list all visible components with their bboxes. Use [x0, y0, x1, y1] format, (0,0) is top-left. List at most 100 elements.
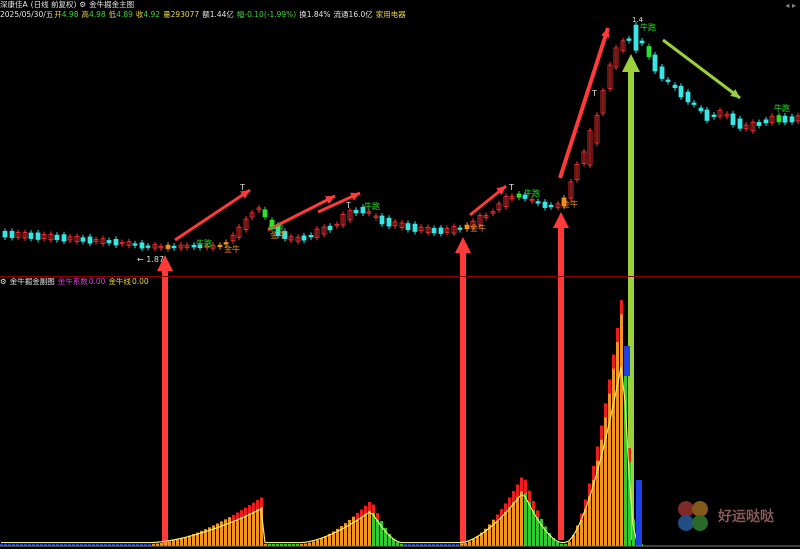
candle-body — [711, 114, 717, 117]
candle-body — [457, 227, 463, 230]
bull-run-label: 牛跑 — [196, 238, 212, 248]
main-chart-header: 深康佳A (日线 前复权) ⚙ 金牛掘金主图 — [0, 0, 137, 10]
candle-body — [262, 209, 268, 218]
candle-body — [2, 231, 8, 238]
candle-body — [80, 237, 86, 242]
histogram-bar-cap — [508, 497, 511, 508]
sub-indicator-name[interactable]: 金牛掘金副图 — [10, 277, 55, 286]
histogram-bar-cap — [244, 507, 247, 516]
amount-value: 1.44亿 — [209, 10, 234, 19]
chevron-left-icon[interactable]: ◂ — [785, 1, 789, 10]
candle-body — [678, 85, 684, 98]
candle-body — [789, 116, 795, 123]
candle-body — [652, 54, 658, 72]
candle-body — [756, 122, 762, 126]
histogram-bar-cap — [592, 465, 595, 480]
histogram-bar-cap — [612, 354, 615, 369]
sector-label[interactable]: 家用电器 — [376, 10, 406, 19]
high-price-label: 1.4 — [632, 16, 644, 24]
turnover-value: 1.84% — [306, 10, 331, 19]
chart-canvas[interactable]: 牛跑金牛牛跑金牛牛跑金牛牛跑金牛牛跑牛跑TTTT← 1.871.4 — [0, 0, 800, 549]
signal-arrow-shaft — [558, 222, 564, 540]
candle-body — [405, 223, 411, 231]
candle-body — [145, 245, 151, 248]
histogram-bar-cap — [252, 502, 255, 512]
candle-body — [672, 84, 678, 89]
signal-arrow-shaft — [460, 247, 466, 545]
histogram-bar-cap — [524, 479, 527, 494]
histogram-bar-cap — [248, 505, 251, 514]
candle-body — [548, 204, 554, 208]
candle-body — [626, 38, 632, 41]
gold-bull-label: 金牛 — [562, 199, 578, 209]
candle-body — [691, 102, 697, 105]
main-indicator-name[interactable]: 金牛掘金主图 — [89, 0, 134, 9]
histogram-bar — [608, 379, 611, 546]
candle-body — [646, 46, 652, 58]
signal-arrow-shaft — [162, 265, 168, 545]
candle-body — [379, 215, 385, 225]
histogram-bar-cap — [236, 512, 239, 520]
sub-chart-header: ⚙ 金牛掘金副图 金牛系数0.00 金牛线0.00 — [0, 277, 149, 286]
histogram-bar — [624, 346, 627, 546]
quote-date: 2025/05/30/五 — [0, 10, 54, 19]
candle-body — [412, 223, 418, 232]
histogram-bar — [352, 516, 355, 546]
histogram-bar-cap — [516, 484, 519, 497]
candle-body — [223, 242, 229, 245]
histogram-bar — [308, 542, 311, 546]
t-marker: T — [591, 89, 597, 98]
histogram-bar-cap — [616, 328, 619, 343]
candle-body — [353, 209, 359, 214]
quote-line: 2025/05/30/五开4.98 高4.98 低4.89 收4.92 量293077 额… — [0, 10, 406, 19]
histogram-bar — [176, 539, 179, 546]
settings-icon[interactable]: ⚙ — [0, 277, 7, 286]
high-value: 4.98 — [88, 10, 106, 19]
histogram-bar — [596, 446, 599, 546]
line-value: 0.00 — [131, 277, 149, 286]
histogram-bar — [600, 425, 603, 546]
candle-body — [763, 119, 769, 124]
bull-run-label: 牛跑 — [524, 188, 540, 198]
candle-body — [301, 235, 307, 241]
histogram-bar — [180, 538, 183, 546]
gold-bull-label: 金牛 — [270, 230, 286, 240]
candle-body — [633, 24, 639, 51]
histogram-bar — [624, 346, 630, 376]
histogram-bar — [164, 542, 167, 546]
histogram-bar — [604, 403, 607, 546]
candle-body — [9, 230, 15, 238]
histogram-bar-cap — [372, 504, 375, 513]
change-value: -0.10(-1.99%) — [244, 10, 297, 19]
float-cap-value: 16.0亿 — [348, 10, 373, 19]
histogram-bar — [224, 519, 227, 546]
t-marker: T — [345, 201, 351, 210]
candle-body — [113, 239, 119, 246]
histogram-bar — [396, 542, 399, 546]
candle-body — [171, 245, 177, 249]
period-label[interactable]: (日线 前复权) — [31, 0, 77, 9]
histogram-bar-cap — [260, 497, 263, 508]
histogram-bar-cap — [532, 501, 535, 511]
histogram-bar-cap — [520, 477, 523, 492]
signal-arrow-head — [553, 212, 569, 228]
chevron-right-icon[interactable]: ▸ — [792, 1, 796, 10]
histogram-bar — [612, 354, 615, 546]
histogram-bar-cap — [504, 503, 507, 513]
low-value: 4.89 — [116, 10, 133, 19]
stock-title[interactable]: 深康佳A — [0, 0, 28, 9]
histogram-bar — [184, 536, 187, 546]
candle-body — [665, 79, 671, 82]
candle-body — [516, 193, 522, 198]
t-marker: T — [508, 183, 514, 192]
histogram-bar — [636, 480, 642, 546]
histogram-bar — [556, 542, 559, 546]
candle-body — [730, 113, 736, 125]
histogram-bar-cap — [368, 501, 371, 511]
settings-icon[interactable]: ⚙ — [79, 0, 86, 9]
histogram-bar — [172, 540, 175, 546]
signal-arrow-head — [622, 54, 640, 72]
watermark-text: 好运哒哒 — [718, 509, 774, 525]
window-controls: ◂ ▸ — [785, 1, 796, 10]
candle-body — [535, 201, 541, 204]
